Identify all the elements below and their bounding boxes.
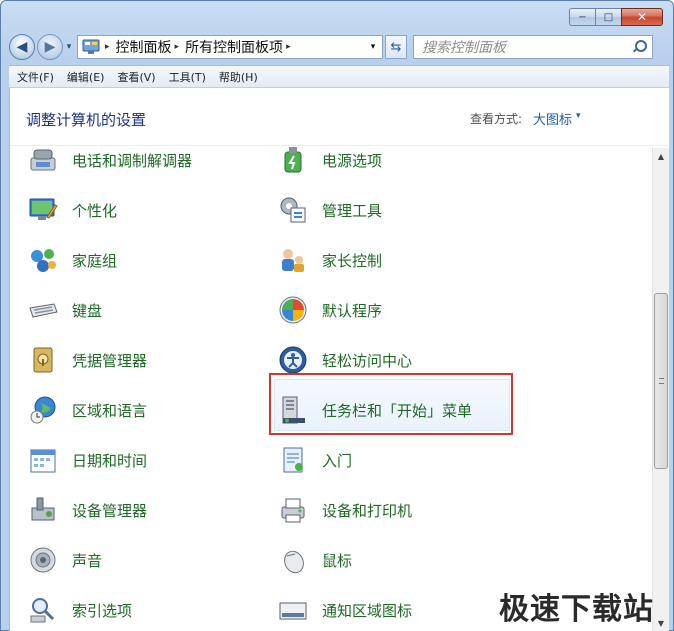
- devices-printers-icon: [276, 493, 310, 527]
- breadcrumb-separator[interactable]: ▸: [105, 42, 110, 52]
- item-label: 区域和语言: [72, 401, 148, 420]
- explorer-window: − □ ✕ ◀ ▶ ▾ ▸ 控制面板 ▸ 所有控制面板项 ▸ ▾ ⇆ 搜索控制面…: [0, 0, 674, 631]
- breadcrumb-separator[interactable]: ▸: [286, 42, 291, 52]
- item-label: 凭据管理器: [72, 351, 148, 370]
- item-date-time[interactable]: 日期和时间: [26, 442, 147, 478]
- item-label: 管理工具: [322, 201, 383, 220]
- item-label: 轻松访问中心: [322, 351, 413, 370]
- item-label: 声音: [72, 551, 103, 570]
- item-homegroup[interactable]: 家庭组: [26, 242, 117, 278]
- breadcrumb-all-items[interactable]: 所有控制面板项: [185, 37, 283, 57]
- item-region-language[interactable]: 区域和语言: [26, 392, 147, 428]
- control-panel-icon: [80, 36, 102, 58]
- keyboard-icon: [26, 293, 60, 327]
- item-label: 索引选项: [72, 601, 133, 620]
- menu-tools[interactable]: 工具(T): [169, 69, 206, 85]
- content-header: 调整计算机的设置 查看方式: 大图标 ▾: [10, 88, 670, 146]
- item-default-programs[interactable]: 默认程序: [276, 292, 382, 328]
- menu-file[interactable]: 文件(F): [17, 69, 54, 85]
- menu-view[interactable]: 查看(V): [117, 69, 155, 85]
- refresh-button[interactable]: ⇆: [385, 35, 407, 59]
- arrow-right-icon: ▶: [44, 39, 56, 55]
- search-input[interactable]: 搜索控制面板: [422, 37, 506, 57]
- item-label: 键盘: [72, 301, 103, 320]
- parental-controls-icon: [276, 243, 310, 277]
- device-manager-icon: [26, 493, 60, 527]
- vertical-scrollbar[interactable]: ▲ ▼: [652, 148, 669, 631]
- highlight-box: [269, 373, 513, 435]
- navigation-row: ◀ ▶ ▾ ▸ 控制面板 ▸ 所有控制面板项 ▸ ▾ ⇆ 搜索控制面板: [9, 33, 667, 61]
- item-parental-controls[interactable]: 家长控制: [276, 242, 382, 278]
- search-box[interactable]: 搜索控制面板: [413, 35, 653, 59]
- item-admin-tools[interactable]: 管理工具: [276, 192, 382, 228]
- notification-area-icon: [276, 593, 310, 627]
- ease-of-access-icon: [276, 343, 310, 377]
- item-device-manager[interactable]: 设备管理器: [26, 492, 147, 528]
- item-label: 设备管理器: [72, 501, 148, 520]
- sound-icon: [26, 543, 60, 577]
- admin-tools-icon: [276, 193, 310, 227]
- item-power-options[interactable]: 电源选项: [276, 142, 382, 178]
- item-label: 电源选项: [322, 151, 383, 170]
- item-personalization[interactable]: 个性化: [26, 192, 117, 228]
- credential-manager-icon: [26, 343, 60, 377]
- content-pane: 调整计算机的设置 查看方式: 大图标 ▾ 电话和调制解调器 个性化 家庭组 键盘…: [9, 88, 670, 631]
- indexing-options-icon: [26, 593, 60, 627]
- phone-modem-icon: [26, 143, 60, 177]
- power-options-icon: [276, 143, 310, 177]
- scroll-down-button[interactable]: ▼: [653, 615, 669, 631]
- maximize-button[interactable]: □: [595, 8, 621, 26]
- item-label: 日期和时间: [72, 451, 148, 470]
- item-label: 设备和打印机: [322, 501, 413, 520]
- personalization-icon: [26, 193, 60, 227]
- menu-edit[interactable]: 编辑(E): [67, 69, 105, 85]
- getting-started-icon: [276, 443, 310, 477]
- arrow-left-icon: ◀: [16, 39, 28, 55]
- item-devices-printers[interactable]: 设备和打印机: [276, 492, 412, 528]
- breadcrumb-control-panel[interactable]: 控制面板: [116, 37, 172, 57]
- address-dropdown[interactable]: ▾: [364, 42, 382, 52]
- page-title: 调整计算机的设置: [26, 111, 147, 129]
- recent-pages-dropdown[interactable]: ▾: [63, 42, 75, 52]
- item-label: 个性化: [72, 201, 118, 220]
- item-label: 电话和调制解调器: [72, 151, 193, 170]
- item-label: 家庭组: [72, 251, 118, 270]
- menu-bar: 文件(F) 编辑(E) 查看(V) 工具(T) 帮助(H): [9, 65, 669, 87]
- search-icon[interactable]: [632, 40, 647, 54]
- item-keyboard[interactable]: 键盘: [26, 292, 102, 328]
- view-by-label: 查看方式:: [470, 112, 523, 126]
- region-language-icon: [26, 393, 60, 427]
- item-getting-started[interactable]: 入门: [276, 442, 352, 478]
- watermark: 极速下载站: [499, 592, 654, 627]
- item-indexing-options[interactable]: 索引选项: [26, 592, 132, 628]
- caption-buttons: − □ ✕: [569, 8, 663, 26]
- chevron-down-icon[interactable]: ▾: [576, 111, 581, 121]
- breadcrumb-separator[interactable]: ▸: [175, 42, 180, 52]
- scroll-thumb[interactable]: [654, 293, 668, 469]
- forward-button[interactable]: ▶: [37, 34, 63, 60]
- item-label: 默认程序: [322, 301, 383, 320]
- back-button[interactable]: ◀: [9, 34, 35, 60]
- default-programs-icon: [276, 293, 310, 327]
- item-notification-area[interactable]: 通知区域图标: [276, 592, 412, 628]
- view-by-dropdown[interactable]: 大图标: [533, 109, 572, 128]
- item-label: 家长控制: [322, 251, 383, 270]
- item-label: 通知区域图标: [322, 601, 413, 620]
- menu-help[interactable]: 帮助(H): [219, 69, 258, 85]
- item-label: 鼠标: [322, 551, 353, 570]
- item-credential-manager[interactable]: 凭据管理器: [26, 342, 147, 378]
- grip-icon: [659, 378, 664, 384]
- date-time-icon: [26, 443, 60, 477]
- item-label: 入门: [322, 451, 353, 470]
- homegroup-icon: [26, 243, 60, 277]
- refresh-icon: ⇆: [390, 39, 402, 55]
- close-button[interactable]: ✕: [621, 8, 663, 26]
- address-bar[interactable]: ▸ 控制面板 ▸ 所有控制面板项 ▸ ▾: [77, 35, 383, 59]
- item-sound[interactable]: 声音: [26, 542, 102, 578]
- mouse-icon: [276, 543, 310, 577]
- minimize-button[interactable]: −: [569, 8, 595, 26]
- scroll-up-button[interactable]: ▲: [653, 148, 669, 165]
- item-phone-modem[interactable]: 电话和调制解调器: [26, 142, 192, 178]
- item-mouse[interactable]: 鼠标: [276, 542, 352, 578]
